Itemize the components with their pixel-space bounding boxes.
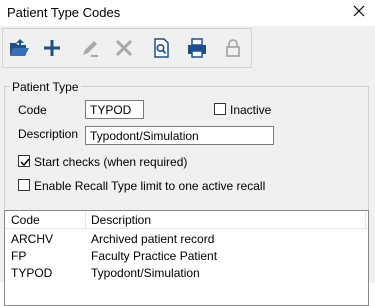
toolbar xyxy=(2,28,252,68)
inactive-checkbox[interactable] xyxy=(214,103,226,115)
edit-icon[interactable] xyxy=(77,35,103,61)
recall-limit-checkbox[interactable] xyxy=(18,179,30,191)
code-label: Code xyxy=(18,103,47,117)
inactive-label: Inactive xyxy=(230,103,272,117)
description-field[interactable]: Typodont/Simulation xyxy=(85,126,274,145)
code-field[interactable]: TYPOD xyxy=(85,100,144,119)
table-row[interactable]: ARCHV Archived patient record xyxy=(5,230,368,247)
table-row[interactable]: TYPOD Typodont/Simulation xyxy=(5,264,368,281)
table-row[interactable]: FP Faculty Practice Patient xyxy=(5,247,368,264)
title-bar: Patient Type Codes xyxy=(0,0,375,26)
lock-icon[interactable] xyxy=(220,35,246,61)
checkmark-icon xyxy=(20,158,30,167)
add-icon[interactable] xyxy=(39,35,65,61)
row-description: Faculty Practice Patient xyxy=(91,249,218,263)
preview-icon[interactable] xyxy=(148,35,174,61)
recall-limit-label: Enable Recall Type limit to one active r… xyxy=(34,179,266,193)
description-label: Description xyxy=(18,127,79,141)
column-divider[interactable] xyxy=(365,211,366,228)
group-label: Patient Type xyxy=(10,80,81,94)
open-icon[interactable] xyxy=(6,35,32,61)
list-header: Code Description xyxy=(5,211,368,229)
column-header-description[interactable]: Description xyxy=(91,213,151,227)
window-client: Patient Type Code TYPOD Inactive Descrip… xyxy=(0,26,375,306)
patient-type-list[interactable]: Code Description ARCHV Archived patient … xyxy=(4,210,369,306)
start-checks-label: Start checks (when required) xyxy=(34,155,188,169)
start-checks-checkbox[interactable] xyxy=(18,155,30,167)
row-description: Archived patient record xyxy=(91,232,215,246)
row-code: TYPOD xyxy=(11,266,53,280)
row-description: Typodont/Simulation xyxy=(91,266,200,280)
delete-icon[interactable] xyxy=(111,35,137,61)
row-code: FP xyxy=(11,249,27,263)
print-icon[interactable] xyxy=(184,35,210,61)
column-divider[interactable] xyxy=(85,211,86,228)
column-header-code[interactable]: Code xyxy=(11,213,40,227)
row-code: ARCHV xyxy=(11,232,54,246)
close-icon[interactable] xyxy=(351,3,367,19)
window-title: Patient Type Codes xyxy=(7,5,121,20)
